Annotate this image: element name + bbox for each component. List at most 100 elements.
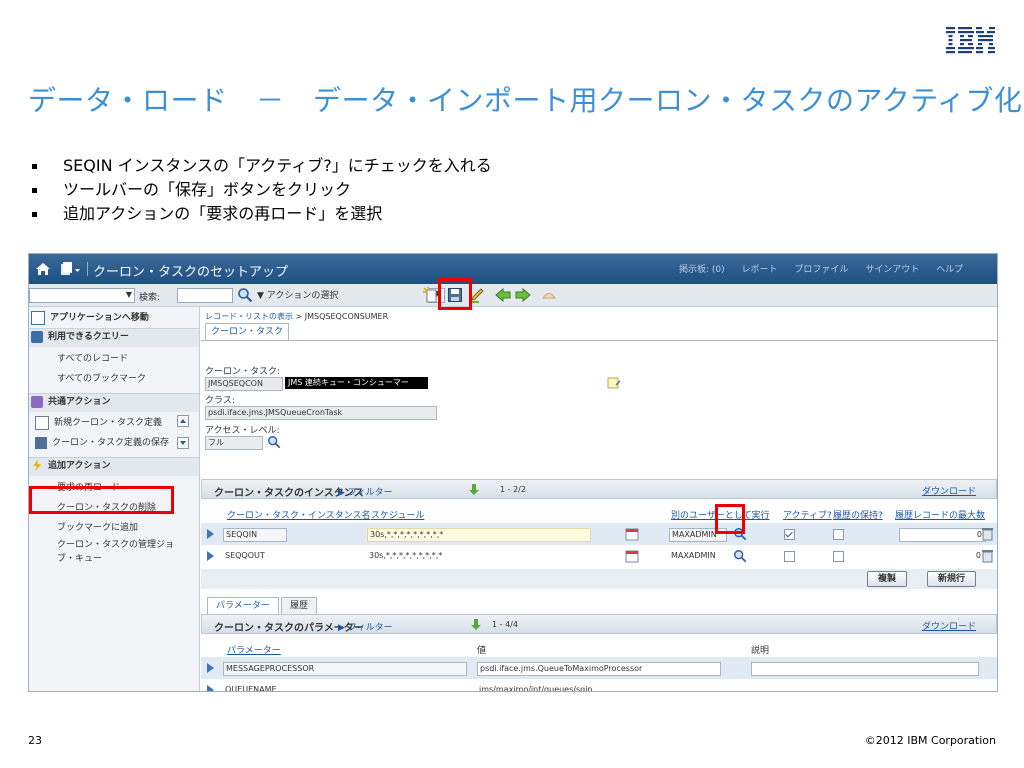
long-description-icon[interactable]	[607, 377, 621, 389]
tab-crontask[interactable]: クーロン・タスク	[205, 323, 289, 340]
description-field[interactable]	[751, 662, 979, 676]
delete-icon[interactable]	[981, 549, 994, 563]
row-expand-icon[interactable]	[207, 663, 214, 673]
search-icon[interactable]	[237, 287, 253, 303]
max-history-field[interactable]: 0	[899, 528, 986, 542]
copy-button[interactable]: 複製	[867, 571, 908, 587]
value-field[interactable]: jms/maximo/int/queues/sqin	[477, 684, 719, 691]
bulletin-link[interactable]: 掲示板: (0)	[679, 265, 725, 275]
table-row[interactable]: SEQQIN 30s,*,*,*,*,*,*,*,*,* MAXADMIN 0	[201, 523, 997, 545]
pages-icon[interactable]	[59, 261, 81, 277]
save-highlight	[438, 278, 472, 310]
query-select[interactable]: ▼	[29, 288, 135, 303]
tab-parameters[interactable]: パラメーター	[207, 597, 279, 614]
home-icon[interactable]	[35, 261, 51, 277]
sidebar-item-save-crontask[interactable]: クーロン・タスク定義の保存	[35, 435, 169, 451]
col-max-history[interactable]: 履歴レコードの最大数	[895, 508, 985, 521]
queries-heading: 利用できるクエリー	[31, 328, 129, 346]
access-level-field[interactable]: フル	[205, 436, 263, 450]
row-expand-icon[interactable]	[207, 685, 214, 691]
new-record-icon[interactable]	[423, 287, 439, 303]
run-as-field[interactable]: MAXADMIN	[669, 550, 725, 562]
col-active[interactable]: アクティブ?	[783, 508, 832, 521]
bulletin-icon[interactable]	[541, 287, 557, 303]
sidebar-item-all-records[interactable]: すべてのレコード	[57, 351, 128, 367]
instances-download-link[interactable]: ダウンロード	[922, 484, 976, 497]
table-row[interactable]: SEQQOUT 30s,*,*,*,*,*,*,*,*,* MAXADMIN 0	[201, 545, 997, 567]
window-icon	[31, 310, 45, 325]
bullet-list: SEQIN インスタンスの「アクティブ?」にチェックを入れる ツールバーの「保存…	[28, 154, 492, 226]
col-parameter[interactable]: パラメーター	[227, 643, 281, 656]
new-row-button[interactable]: 新規行	[927, 571, 977, 587]
maximo-app-window: クーロン・タスクのセットアップ 掲示板: (0) レポート プロファイル サイン…	[28, 253, 998, 692]
table-row[interactable]: QUEUENAME jms/maximo/int/queues/sqin	[201, 679, 997, 691]
bullet-marker-icon	[32, 211, 37, 217]
params-section-header: クーロン・タスクのパラメーター ▶ フィルター 1 - 4/4 ダウンロード	[201, 614, 997, 634]
col-instance-name[interactable]: クーロン・タスク・インスタンス名	[227, 508, 370, 521]
search-input[interactable]	[177, 288, 233, 303]
instance-name-field[interactable]: SEQQOUT	[223, 550, 285, 562]
instances-section-header: クーロン・タスクのインスタンス ▶ フィルター 1 - 2/2 ダウンロード	[201, 479, 997, 499]
params-download-link[interactable]: ダウンロード	[922, 619, 976, 632]
value-field[interactable]: psdi.iface.jms.QueueToMaximoProcessor	[477, 662, 721, 676]
download-arrow-icon[interactable]	[468, 483, 480, 497]
keep-history-checkbox[interactable]	[833, 529, 844, 540]
col-description: 説明	[751, 646, 770, 656]
table-row[interactable]: MESSAGEPROCESSOR psdi.iface.jms.QueueToM…	[201, 657, 997, 679]
crontask-field[interactable]: JMSQSEQCON	[205, 377, 283, 391]
slide-title: データ・ロード － データ・インポート用クーロン・タスクのアクティブ化2	[28, 84, 1024, 117]
instances-count: 1 - 2/2	[500, 485, 526, 494]
calendar-icon[interactable]	[625, 549, 639, 563]
profile-link[interactable]: プロファイル	[794, 265, 848, 275]
action-select[interactable]: ▼ アクションの選択	[257, 288, 417, 301]
active-checkbox-highlight	[715, 504, 745, 534]
next-arrow-icon[interactable]	[515, 287, 531, 303]
tab-divider	[201, 340, 997, 341]
search-icon[interactable]	[733, 549, 747, 563]
search-icon[interactable]	[267, 435, 281, 449]
parameter-field[interactable]: MESSAGEPROCESSOR	[223, 662, 467, 676]
list-view-link[interactable]: レコード・リストの表示	[205, 312, 293, 321]
row-expand-icon[interactable]	[207, 551, 214, 561]
lightning-icon	[33, 459, 42, 472]
active-checkbox[interactable]	[784, 529, 795, 540]
instances-filter-link[interactable]: ▶ フィルター	[338, 485, 393, 498]
bullet-item: ツールバーの「保存」ボタンをクリック	[28, 178, 492, 202]
help-link[interactable]: ヘルプ	[936, 265, 963, 275]
goto-app-link[interactable]: アプリケーションへ移動	[31, 309, 149, 327]
bullet-marker-icon	[32, 163, 37, 169]
calendar-icon[interactable]	[625, 527, 639, 541]
sidebar-item-manage-job-queue[interactable]: クーロン・タスクの管理ジョブ・キュー	[57, 538, 189, 564]
max-history-field[interactable]: 0	[899, 550, 984, 562]
download-arrow-icon[interactable]	[470, 618, 482, 632]
sidebar-item-add-bookmark[interactable]: ブックマークに追加	[57, 520, 138, 536]
instance-name-field[interactable]: SEQQIN	[223, 528, 287, 542]
reports-link[interactable]: レポート	[742, 265, 778, 275]
save-icon	[35, 436, 47, 449]
chevron-down-icon: ▼	[125, 290, 132, 299]
common-actions-heading: 共通アクション	[31, 393, 111, 411]
crontask-description-field[interactable]: JMS 連続キュー・コンシューマー	[285, 377, 428, 389]
scroll-down-icon[interactable]	[177, 437, 189, 449]
app-header: クーロン・タスクのセットアップ 掲示板: (0) レポート プロファイル サイン…	[29, 254, 997, 284]
params-filter-link[interactable]: ▶ フィルター	[338, 620, 393, 633]
scroll-up-icon[interactable]	[177, 415, 189, 427]
new-record-icon	[35, 415, 49, 430]
sidebar-item-new-crontask[interactable]: 新規クーロン・タスク定義	[35, 415, 162, 431]
col-schedule[interactable]: スケジュール	[371, 508, 424, 521]
sidebar-item-all-bookmarks[interactable]: すべてのブックマーク	[57, 371, 146, 387]
active-checkbox[interactable]	[784, 551, 795, 562]
tab-history[interactable]: 履歴	[281, 597, 318, 614]
more-actions-heading: 追加アクション	[31, 457, 111, 475]
col-keep-history[interactable]: 履歴の保持?	[833, 508, 883, 521]
previous-arrow-icon[interactable]	[495, 287, 511, 303]
schedule-field[interactable]: 30s,*,*,*,*,*,*,*,*,*	[367, 528, 591, 542]
parameter-field[interactable]: QUEUENAME	[223, 684, 465, 691]
delete-icon[interactable]	[981, 527, 994, 541]
toolbar: ▼ 検索: ▼ アクションの選択 ▼	[29, 284, 997, 307]
schedule-field[interactable]: 30s,*,*,*,*,*,*,*,*,*	[367, 550, 589, 562]
row-expand-icon[interactable]	[207, 529, 214, 539]
keep-history-checkbox[interactable]	[833, 551, 844, 562]
signout-link[interactable]: サインアウト	[865, 265, 919, 275]
reload-highlight	[29, 486, 174, 514]
